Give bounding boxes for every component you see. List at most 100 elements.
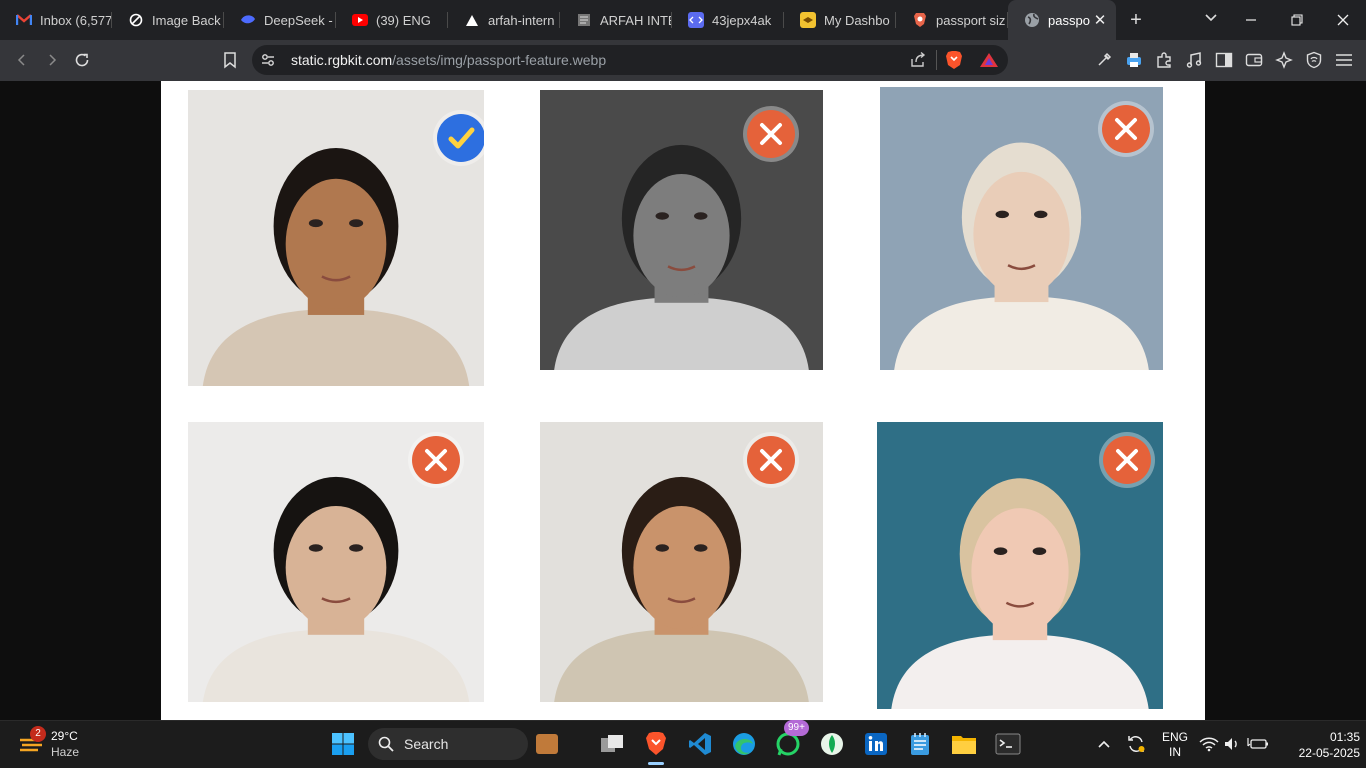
gmail-icon — [16, 12, 32, 28]
battery-icon — [1247, 738, 1268, 749]
bookmark-icon[interactable] — [216, 46, 244, 74]
forward-icon[interactable] — [38, 46, 66, 74]
restore-button[interactable] — [1274, 0, 1320, 40]
passport-feature-image — [161, 81, 1205, 720]
file-explorer-icon[interactable] — [948, 728, 980, 760]
youtube-icon — [352, 12, 368, 28]
tab-5[interactable]: arfah-intern — [448, 0, 560, 40]
document-icon — [576, 12, 592, 28]
menu-icon[interactable] — [1330, 46, 1358, 74]
photo-man-approved — [188, 90, 484, 386]
active-app-indicator — [648, 762, 664, 765]
linkedin-icon[interactable] — [860, 728, 892, 760]
tab-title: arfah-intern — [488, 12, 555, 28]
system-clock[interactable]: 01:35 22-05-2025 — [1282, 729, 1360, 761]
dashboard-icon — [800, 12, 816, 28]
vercel-icon — [464, 12, 480, 28]
photo-man-beard — [540, 422, 823, 702]
tab-4[interactable]: (39) ENG — [336, 0, 448, 40]
wallet-icon[interactable] — [1240, 46, 1268, 74]
weather-widget[interactable]: 2 29°C Haze — [14, 726, 104, 762]
tab-title: passport siz — [936, 12, 1006, 28]
toolbar-divider — [936, 50, 937, 70]
reject-x-badge-icon — [1102, 105, 1150, 153]
windows-start-icon[interactable] — [327, 728, 359, 760]
back-icon[interactable] — [8, 46, 36, 74]
url-host: static.rgbkit.com — [291, 52, 393, 68]
url-path: /assets/img/passport-feature.webp — [392, 52, 607, 68]
eyedropper-icon[interactable] — [1090, 46, 1118, 74]
weather-badge: 2 — [30, 726, 46, 742]
language-region: IN — [1169, 745, 1181, 759]
tab-search-chevron-icon[interactable] — [1196, 10, 1226, 27]
extensions-puzzle-icon[interactable] — [1150, 46, 1178, 74]
whatsapp-badge: 99+ — [784, 720, 809, 736]
brave-shields-icon[interactable] — [940, 46, 968, 74]
edge-icon[interactable] — [728, 728, 760, 760]
language-code: ENG — [1161, 730, 1188, 744]
photo-girl-choker — [877, 422, 1163, 709]
code-icon — [688, 12, 704, 28]
site-info-icon[interactable] — [254, 46, 282, 74]
deepseek-icon — [240, 12, 256, 28]
whatsapp-icon[interactable]: 99+ — [772, 720, 809, 760]
photo-girl-grayscale — [540, 90, 823, 370]
tab-8[interactable]: My Dashbo — [784, 0, 896, 40]
weather-temp: 29°C — [51, 729, 78, 743]
sync-tray-icon[interactable] — [1120, 728, 1152, 760]
tab-2[interactable]: Image Back — [112, 0, 224, 40]
notepad-icon[interactable] — [904, 728, 936, 760]
reject-x-badge-icon — [1103, 436, 1151, 484]
page-viewport — [0, 81, 1366, 720]
tab-title: passpo — [1048, 12, 1090, 28]
tab-title: ARFAH INTE — [600, 12, 672, 28]
tab-1[interactable]: Inbox (6,577 — [0, 0, 112, 40]
tab-title: Image Back — [152, 12, 221, 28]
new-tab-button[interactable]: + — [1116, 9, 1156, 32]
search-highlight-icon — [536, 734, 558, 754]
sidebar-icon[interactable] — [1210, 46, 1238, 74]
volume-icon — [1225, 738, 1237, 750]
vpn-shield-icon[interactable] — [1300, 46, 1328, 74]
share-icon[interactable] — [904, 46, 932, 74]
language-indicator[interactable]: ENG IN — [1160, 730, 1190, 760]
vscode-icon[interactable] — [684, 728, 716, 760]
tab-title: (39) ENG — [376, 12, 431, 28]
close-tab-icon[interactable]: ✕ — [1090, 11, 1110, 29]
search-icon — [378, 736, 394, 752]
tab-title: Inbox (6,577 — [40, 12, 112, 28]
reject-x-badge-icon — [747, 110, 795, 158]
photo-man-glasses — [188, 422, 484, 702]
show-hidden-icons-chevron-icon[interactable] — [1088, 728, 1120, 760]
terminal-icon[interactable] — [992, 728, 1024, 760]
taskbar-search[interactable]: Search — [368, 728, 558, 760]
close-window-button[interactable] — [1320, 0, 1366, 40]
quick-settings[interactable] — [1196, 728, 1272, 760]
clock-time: 01:35 — [1329, 730, 1360, 744]
check-badge-icon — [437, 114, 484, 162]
brave-rewards-icon[interactable] — [975, 46, 1003, 74]
reject-x-badge-icon — [747, 436, 795, 484]
tab-title: DeepSeek - — [264, 12, 333, 28]
media-music-icon[interactable] — [1180, 46, 1208, 74]
printer-extension-icon[interactable] — [1120, 46, 1148, 74]
task-view-icon[interactable] — [596, 728, 628, 760]
search-label: Search — [404, 736, 449, 752]
brave-browser-icon[interactable] — [640, 728, 672, 765]
tab-7[interactable]: 43jepx4ak — [672, 0, 784, 40]
tab-10[interactable]: passpo ✕ — [1008, 0, 1116, 40]
tab-3[interactable]: DeepSeek - — [224, 0, 336, 40]
tab-6[interactable]: ARFAH INTE — [560, 0, 672, 40]
clock-date: 22-05-2025 — [1298, 746, 1360, 760]
reload-icon[interactable] — [68, 46, 96, 74]
url-text[interactable]: static.rgbkit.com/assets/img/passport-fe… — [291, 52, 606, 68]
tab-9[interactable]: passport siz — [896, 0, 1008, 40]
mongodb-compass-icon[interactable] — [816, 728, 848, 760]
photo-woman-hood — [880, 87, 1163, 370]
minimize-button[interactable] — [1228, 0, 1274, 40]
tab-strip: Inbox (6,577 Image Back DeepSeek - (39) ENG… — [0, 0, 1366, 40]
leo-ai-icon[interactable] — [1270, 46, 1298, 74]
remove-bg-icon — [128, 12, 144, 28]
globe-icon — [1024, 12, 1040, 28]
wifi-icon — [1199, 737, 1219, 752]
